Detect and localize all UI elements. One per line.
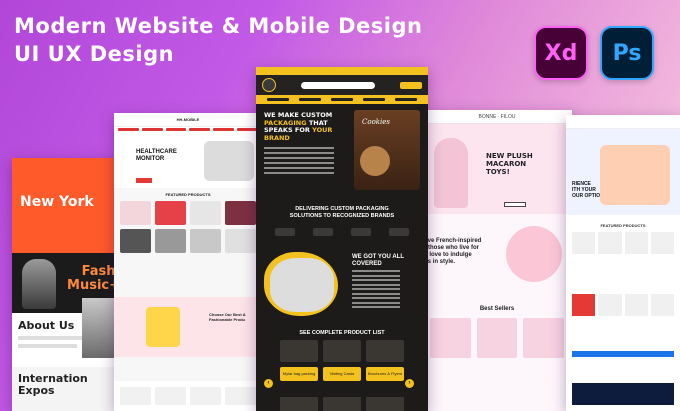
packaging-logo[interactable] xyxy=(262,78,276,92)
packaging-menu xyxy=(256,95,428,104)
watch-image xyxy=(146,307,180,347)
model-photo xyxy=(22,259,56,309)
about-text-line xyxy=(18,344,77,348)
category-carousel: Mylar bag packing Visiting Cards Brochur… xyxy=(256,340,428,381)
healthcare-brand: HH-MOBILE xyxy=(176,117,200,122)
covered-list xyxy=(352,270,400,311)
product-card[interactable] xyxy=(225,229,256,253)
category-card[interactable] xyxy=(366,340,404,362)
search-input[interactable] xyxy=(301,81,375,89)
headline-line1: Modern Website & Mobile Design xyxy=(14,14,423,38)
fashion-hero: New York xyxy=(12,158,122,253)
adobe-photoshop-icon: Ps xyxy=(600,26,654,80)
hands-photo xyxy=(270,258,334,312)
toys-header: BONNE · FILOU xyxy=(422,110,572,124)
product-card[interactable] xyxy=(572,232,596,254)
ps-label: Ps xyxy=(612,40,642,66)
category-card[interactable] xyxy=(323,340,361,362)
category-row-2 xyxy=(280,397,404,411)
packaging-hero: WE MAKE CUSTOM PACKAGING THAT SPEAKS FOR… xyxy=(256,104,428,196)
cookie-box-label: Cookies xyxy=(362,118,390,126)
xd-label: Xd xyxy=(544,40,578,66)
fashion-hero-title: New York xyxy=(20,194,94,210)
category-label[interactable]: Visiting Cards xyxy=(323,367,361,381)
product-card[interactable] xyxy=(120,201,151,225)
covered-section: WE GOT YOU ALL COVERED xyxy=(256,248,428,318)
adobe-xd-icon: Xd xyxy=(534,26,588,80)
toys-hero-title: NEW PLUSH MACARON TOYS! xyxy=(486,152,533,176)
product-card[interactable] xyxy=(624,232,648,254)
healthcare-shop-button[interactable] xyxy=(136,178,152,183)
product-card[interactable] xyxy=(476,318,518,358)
intl-section: Internation Expos xyxy=(12,367,122,411)
delivering-title: DELIVERING CUSTOM PACKAGING SOLUTIONS TO… xyxy=(289,206,395,219)
product-grid xyxy=(114,201,262,253)
woman-photo xyxy=(506,226,562,282)
product-card[interactable] xyxy=(120,229,151,253)
carousel-prev-icon[interactable]: ‹ xyxy=(264,379,273,388)
shop-now-button[interactable] xyxy=(504,202,526,207)
toys-hero: NEW PLUSH MACARON TOYS! xyxy=(422,124,572,214)
fashion-mockup: New York Fashi Music+ About Us Internati… xyxy=(12,158,122,411)
fashion-music-text: Fashi Music+ xyxy=(67,264,120,293)
carousel-next-icon[interactable]: › xyxy=(405,379,414,388)
packaging-header xyxy=(256,75,428,95)
product-card[interactable] xyxy=(650,294,674,316)
feature-text: Choose Our Best & Fashionable Produ xyxy=(209,312,246,322)
headline-line2: UI UX Design xyxy=(14,42,175,66)
product-card[interactable] xyxy=(572,294,596,316)
product-card[interactable] xyxy=(523,318,564,358)
category-label[interactable]: Mylar bag packing xyxy=(280,367,318,381)
product-card[interactable] xyxy=(155,201,186,225)
brand-logos xyxy=(256,222,428,242)
electronics-grid-2 xyxy=(566,294,680,316)
cookie-image xyxy=(360,146,390,176)
product-card[interactable] xyxy=(155,229,186,253)
get-quote-button[interactable] xyxy=(400,81,422,89)
featured-products-title: FEATURED PRODUCTS xyxy=(165,192,211,197)
product-card[interactable] xyxy=(190,201,221,225)
electronics-footer-banner xyxy=(572,383,674,405)
toys-mockup: BONNE · FILOU NEW PLUSH MACARON TOYS! ti… xyxy=(422,110,572,411)
toys-about-text: tive French-inspired r those who live fo… xyxy=(424,238,482,265)
girl-photo xyxy=(434,138,468,208)
smartwatch-image xyxy=(204,141,254,181)
feature-banner: Choose Our Best & Fashionable Produ xyxy=(114,297,262,357)
best-sellers-grid xyxy=(422,318,572,358)
product-card[interactable] xyxy=(624,294,648,316)
section-divider xyxy=(572,351,674,357)
intl-title: Internation Expos xyxy=(18,372,88,397)
product-card[interactable] xyxy=(598,294,622,316)
phone-cases-image xyxy=(600,145,670,205)
healthcare-hero: HEALTHCARE MONITOR xyxy=(114,133,262,188)
toys-brand: BONNE · FILOU xyxy=(478,113,516,120)
headline: Modern Website & Mobile Design UI UX Des… xyxy=(14,12,422,68)
electronics-hero: RIENCE ITH YOUR OUR OPTIONS xyxy=(566,129,680,215)
product-card[interactable] xyxy=(430,318,471,358)
see-complete-title: SEE COMPLETE PRODUCT LIST xyxy=(299,330,385,336)
healthcare-mockup: HH-MOBILE HEALTHCARE MONITOR FEATURED PR… xyxy=(114,113,262,411)
toys-about: tive French-inspired r those who live fo… xyxy=(422,214,572,304)
footer-features xyxy=(114,381,262,411)
healthcare-header: HH-MOBILE xyxy=(114,113,262,127)
packaging-mockup: WE MAKE CUSTOM PACKAGING THAT SPEAKS FOR… xyxy=(256,67,428,411)
packaging-topbar xyxy=(256,67,428,75)
electronics-grid xyxy=(566,232,680,254)
best-sellers-title: Best Sellers xyxy=(479,306,515,312)
electronics-mockup: RIENCE ITH YOUR OUR OPTIONS FEATURED PRO… xyxy=(566,115,680,411)
product-card[interactable] xyxy=(598,232,622,254)
product-card[interactable] xyxy=(190,229,221,253)
product-card[interactable] xyxy=(650,232,674,254)
category-card[interactable] xyxy=(280,340,318,362)
covered-title: WE GOT YOU ALL COVERED xyxy=(352,254,404,267)
electronics-header xyxy=(566,115,680,129)
electronics-featured-title: FEATURED PRODUCTS xyxy=(600,223,646,228)
category-label[interactable]: Brochures & Flyers xyxy=(366,367,404,381)
product-card[interactable] xyxy=(225,201,256,225)
